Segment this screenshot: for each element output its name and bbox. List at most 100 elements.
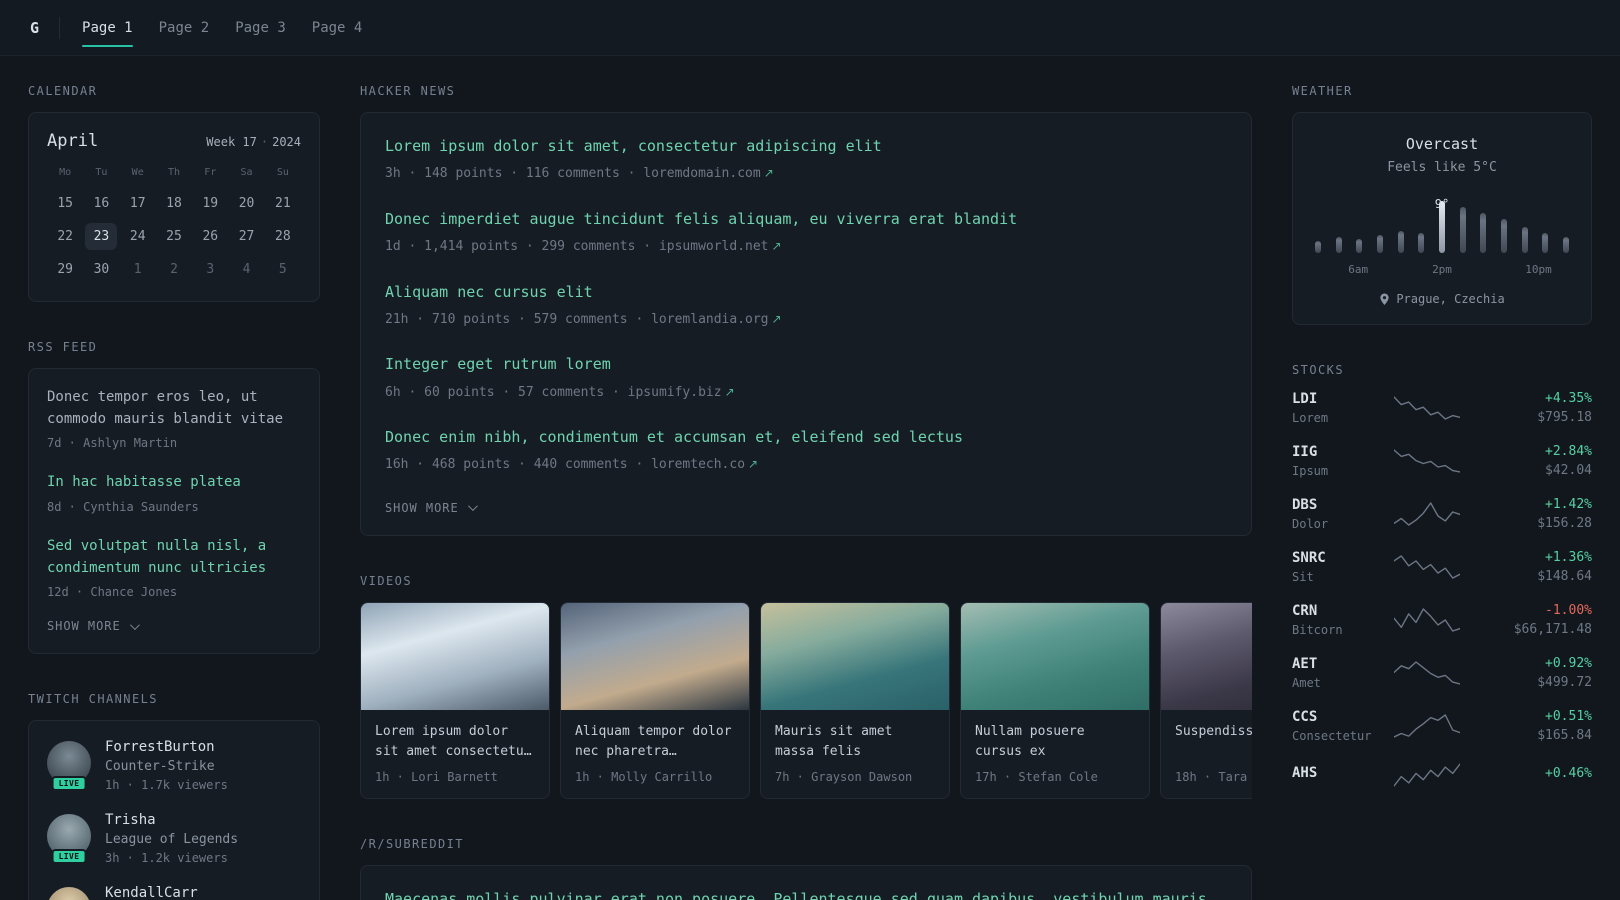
hackernews-item-title[interactable]: Lorem ipsum dolor sit amet, consectetur … bbox=[385, 135, 1227, 158]
stock-row[interactable]: LDI Lorem +4.35% $795.18 bbox=[1292, 391, 1592, 425]
video-title[interactable]: Nullam posuere cursus ex bbox=[975, 722, 1135, 762]
stock-name: Dolor bbox=[1292, 517, 1329, 531]
video-title[interactable]: Lorem ipsum dolor sit amet consectetu… bbox=[375, 722, 535, 762]
calendar-day: 26 bbox=[202, 229, 219, 244]
show-more-label: SHOW MORE bbox=[47, 619, 121, 634]
live-badge: LIVE bbox=[51, 849, 87, 865]
video-card-body: Suspendisse diam 18h · Tara bbox=[1161, 710, 1252, 798]
video-meta: 1h · Molly Carrillo bbox=[575, 770, 713, 785]
rss-item-title[interactable]: Donec tempor eros leo, ut commodo mauris… bbox=[47, 387, 301, 430]
calendar-card: April Week 17 · 2024 Mo Tu We Th Fr Sa Su 15 16 17 1… bbox=[28, 112, 320, 302]
video-thumbnail[interactable] bbox=[961, 602, 1149, 710]
calendar-day: 28 bbox=[275, 229, 291, 244]
rss-item-meta: 12d · Chance Jones bbox=[47, 585, 178, 600]
weather-bar bbox=[1562, 237, 1569, 253]
video-card[interactable]: Suspendisse diam 18h · Tara bbox=[1160, 601, 1252, 800]
stock-price: $66,171.48 bbox=[1513, 622, 1592, 637]
hackernews-item-meta: 16h · 468 points · 440 comments · loremt… bbox=[385, 455, 1227, 475]
nav-tab-page-1[interactable]: Page 1 bbox=[82, 0, 133, 55]
rss-show-more-button[interactable]: SHOW MORE bbox=[47, 617, 140, 635]
twitch-channel-name[interactable]: Trisha bbox=[105, 812, 238, 828]
subreddit-post-title[interactable]: Maecenas mollis pulvinar erat non posuer… bbox=[385, 888, 1227, 900]
hackernews-item-source-link[interactable]: loremdomain.com ↗ bbox=[643, 166, 773, 181]
weather-section: WEATHER Overcast Feels like 5°C 9° 6am 2p… bbox=[1292, 84, 1592, 325]
nav-tab-label: Page 2 bbox=[158, 19, 210, 36]
hackernews-item-source-link[interactable]: ipsumify.biz ↗ bbox=[628, 385, 735, 400]
calendar-day: 4 bbox=[242, 262, 251, 277]
video-card[interactable]: Aliquam tempor dolor nec pharetra… 1h · … bbox=[560, 601, 750, 800]
twitch-section: TWITCH CHANNELS LIVE ForrestBurton Count… bbox=[28, 692, 320, 900]
rss-item-meta: 7d · Ashlyn Martin bbox=[47, 436, 178, 451]
avatar-image bbox=[47, 887, 91, 900]
stock-row[interactable]: CRN Bitcorn -1.00% $66,171.48 bbox=[1292, 603, 1592, 637]
stock-row[interactable]: AET Amet +0.92% $499.72 bbox=[1292, 656, 1592, 690]
stock-row[interactable]: DBS Dolor +1.42% $156.28 bbox=[1292, 497, 1592, 531]
nav-tab-page-3[interactable]: Page 3 bbox=[235, 0, 286, 55]
calendar-day: 19 bbox=[202, 196, 219, 211]
video-card-body: Nullam posuere cursus ex 17h · Stefan Co… bbox=[961, 710, 1149, 798]
hackernews-item: Donec imperdiet augue tincidunt felis al… bbox=[385, 208, 1227, 257]
calendar-header: April Week 17 · 2024 bbox=[47, 131, 301, 151]
nav-tab-label: Page 1 bbox=[82, 19, 133, 36]
nav-tab-page-2[interactable]: Page 2 bbox=[159, 0, 210, 55]
calendar-weekday-label: Fr bbox=[204, 167, 217, 178]
video-title[interactable]: Mauris sit amet massa felis bbox=[775, 722, 935, 762]
stock-ticker: SNRC bbox=[1292, 550, 1326, 566]
stock-sparkline bbox=[1394, 395, 1460, 421]
weather-bar bbox=[1315, 241, 1321, 253]
twitch-channel-row[interactable]: LIVE ForrestBurton Counter-Strike 1h · 1… bbox=[47, 739, 301, 792]
hackernews-item-title[interactable]: Donec imperdiet augue tincidunt felis al… bbox=[385, 208, 1227, 231]
stock-ticker: LDI bbox=[1292, 391, 1318, 407]
stock-identity: CCS Consectetur bbox=[1292, 709, 1384, 743]
hackernews-item-title[interactable]: Integer eget rutrum lorem bbox=[385, 353, 1227, 376]
video-thumbnail[interactable] bbox=[1161, 602, 1252, 710]
rss-item-title[interactable]: In hac habitasse platea bbox=[47, 472, 301, 494]
hackernews-item-source-link[interactable]: loremlandia.org ↗ bbox=[651, 312, 781, 327]
video-thumbnail[interactable] bbox=[761, 602, 949, 710]
calendar-week-label: Week 17 bbox=[206, 135, 257, 149]
calendar-day: 22 bbox=[57, 229, 73, 244]
twitch-avatar: LIVE bbox=[47, 741, 91, 792]
left-column: CALENDAR April Week 17 · 2024 Mo Tu We Th Fr Sa… bbox=[28, 84, 320, 900]
stock-price: $148.64 bbox=[1537, 569, 1592, 584]
hackernews-item-title[interactable]: Aliquam nec cursus elit bbox=[385, 281, 1227, 304]
weather-bar bbox=[1356, 239, 1363, 253]
stock-identity: CRN Bitcorn bbox=[1292, 603, 1384, 637]
stock-identity: IIG Ipsum bbox=[1292, 444, 1384, 478]
hackernews-item-stats: 3h · 148 points · 116 comments · bbox=[385, 166, 644, 182]
video-thumbnail[interactable] bbox=[361, 602, 549, 710]
nav-tab-page-4[interactable]: Page 4 bbox=[312, 0, 363, 55]
stock-change: +1.36% bbox=[1545, 550, 1592, 565]
video-title[interactable]: Aliquam tempor dolor nec pharetra… bbox=[575, 722, 735, 762]
hackernews-item-title[interactable]: Donec enim nibh, condimentum et accumsan… bbox=[385, 426, 1227, 449]
weather-location: Prague, Czechia bbox=[1311, 292, 1573, 306]
twitch-channel-row[interactable]: LIVE Trisha League of Legends 3h · 1.2k … bbox=[47, 812, 301, 865]
twitch-channel-name[interactable]: ForrestBurton bbox=[105, 739, 228, 755]
stock-change: +2.84% bbox=[1545, 444, 1592, 459]
hackernews-item-stats: 16h · 468 points · 440 comments · bbox=[385, 457, 652, 473]
weather-chart: 9° 6am 2pm 10pm bbox=[1315, 197, 1569, 278]
twitch-channel-name[interactable]: KendallCarr bbox=[105, 885, 198, 900]
stock-row[interactable]: AHS +0.46% bbox=[1292, 762, 1592, 788]
stock-row[interactable]: SNRC Sit +1.36% $148.64 bbox=[1292, 550, 1592, 584]
video-card[interactable]: Nullam posuere cursus ex 17h · Stefan Co… bbox=[960, 601, 1150, 800]
hackernews-show-more-button[interactable]: SHOW MORE bbox=[385, 499, 478, 517]
calendar-day: 24 bbox=[129, 229, 146, 244]
app-logo[interactable]: G bbox=[30, 19, 39, 37]
twitch-channel-meta: 3h · 1.2k viewers bbox=[105, 851, 228, 866]
rss-item: In hac habitasse platea 8d · Cynthia Sau… bbox=[47, 472, 301, 516]
twitch-channel-row[interactable]: LIVE KendallCarr bbox=[47, 885, 301, 900]
video-thumbnail[interactable] bbox=[561, 602, 749, 710]
video-card[interactable]: Lorem ipsum dolor sit amet consectetu… 1… bbox=[360, 601, 550, 800]
video-title[interactable]: Suspendisse diam bbox=[1175, 722, 1252, 762]
stock-row[interactable]: CCS Consectetur +0.51% $165.84 bbox=[1292, 709, 1592, 743]
video-card[interactable]: Mauris sit amet massa felis 7h · Grayson… bbox=[760, 601, 950, 800]
hackernews-item-source-link[interactable]: loremtech.co ↗ bbox=[651, 457, 758, 472]
rss-item-title[interactable]: Sed volutpat nulla nisl, a condimentum n… bbox=[47, 536, 301, 579]
hackernews-item-source-link[interactable]: ipsumworld.net ↗ bbox=[659, 239, 782, 254]
twitch-avatar: LIVE bbox=[47, 887, 91, 900]
stock-price: $499.72 bbox=[1537, 675, 1592, 690]
calendar-day: 29 bbox=[57, 262, 73, 277]
stock-identity: AET Amet bbox=[1292, 656, 1384, 690]
stock-row[interactable]: IIG Ipsum +2.84% $42.04 bbox=[1292, 444, 1592, 478]
